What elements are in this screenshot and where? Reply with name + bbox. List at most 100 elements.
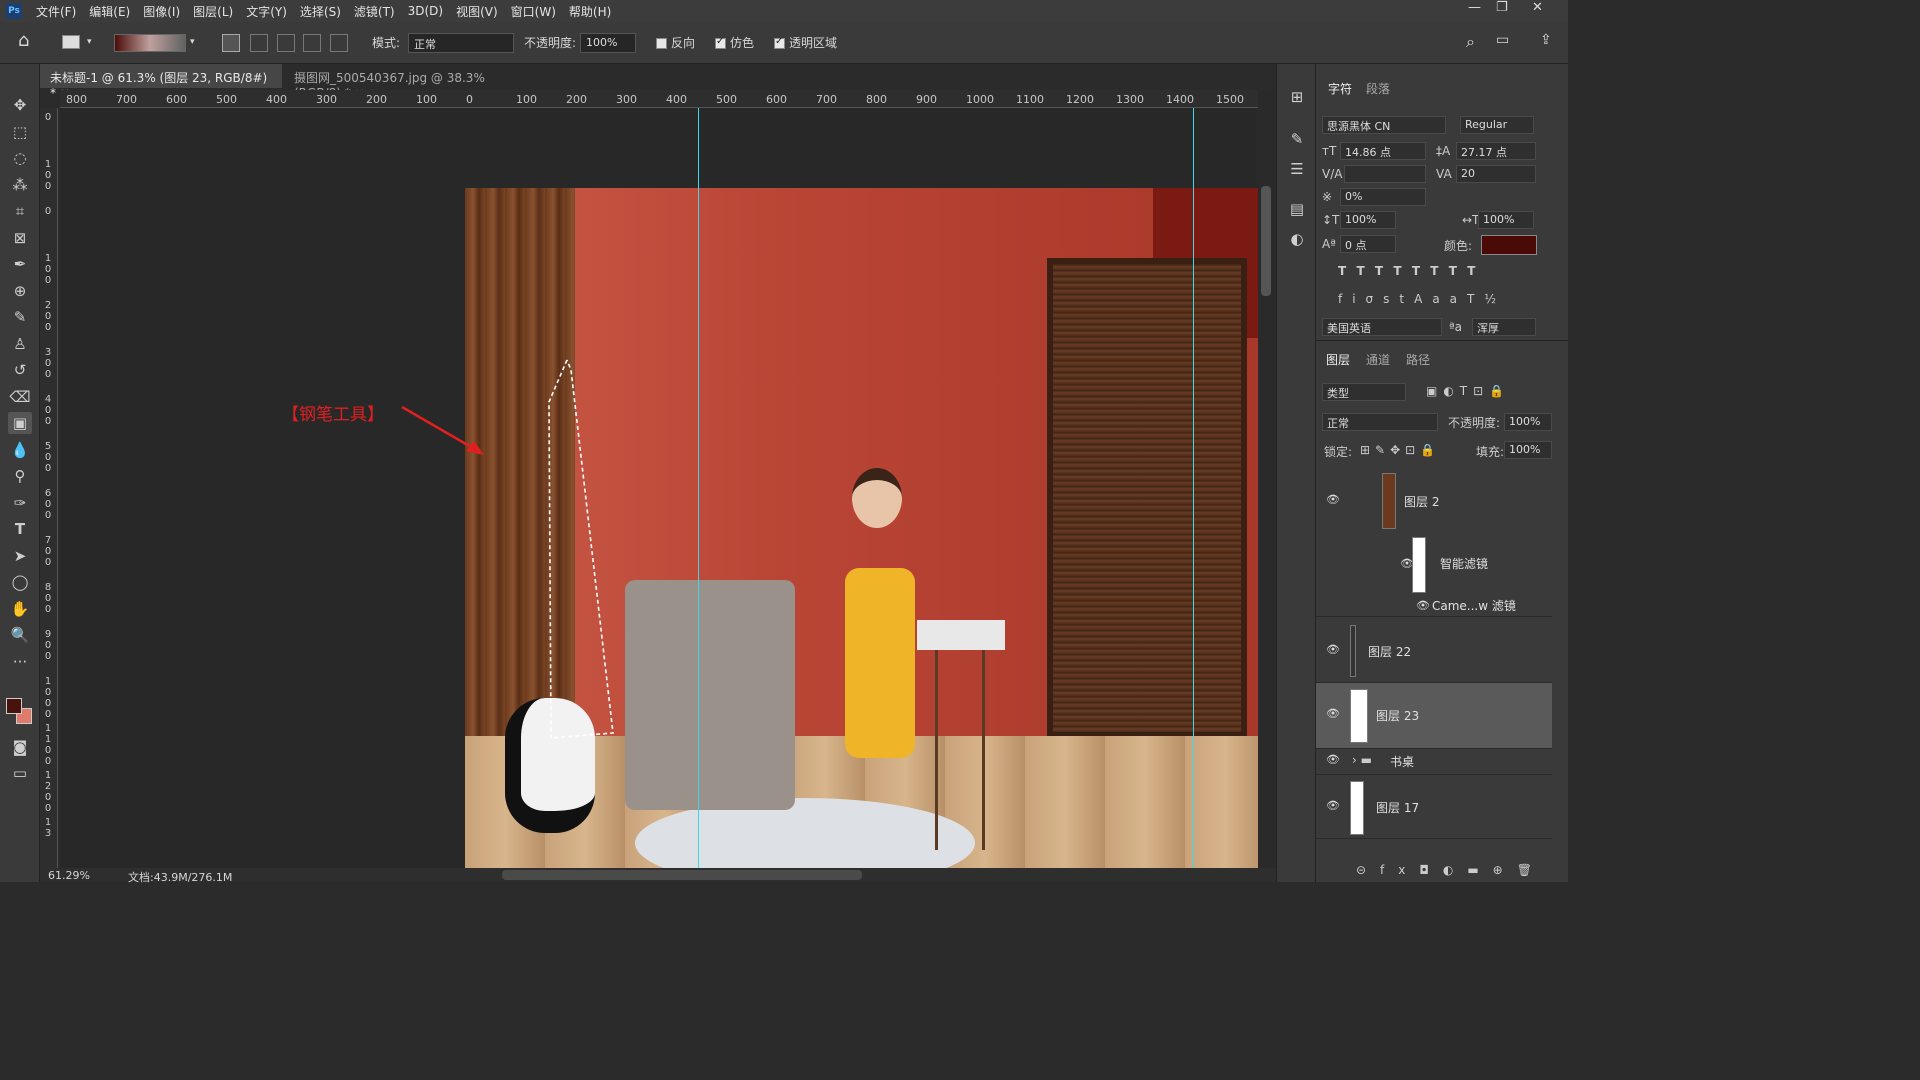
layer-group-row[interactable]: 👁 › ▬ 书桌 xyxy=(1316,749,1552,775)
visibility-eye-icon[interactable]: 👁 xyxy=(1326,799,1342,815)
pen-tool-icon[interactable]: ✑ xyxy=(8,492,32,514)
text-style-buttons[interactable]: TTTTTTTT xyxy=(1338,264,1485,278)
eyedropper-icon[interactable]: ✒ xyxy=(8,253,32,275)
visibility-eye-icon[interactable]: 👁 xyxy=(1326,643,1342,659)
menu-3d[interactable]: 3D(D) xyxy=(408,4,443,18)
adjustments-icon[interactable]: ☰ xyxy=(1285,158,1309,180)
menu-file[interactable]: 文件(F) xyxy=(36,3,76,20)
zoom-tool-icon[interactable]: 🔍 xyxy=(8,624,32,646)
history-brush-icon[interactable]: ↺ xyxy=(8,359,32,381)
menu-window[interactable]: 窗口(W) xyxy=(511,3,556,20)
more-tools-icon[interactable]: ··· xyxy=(8,651,32,673)
tracking-input[interactable]: 20 xyxy=(1456,165,1536,183)
horizontal-scale-input[interactable]: 100% xyxy=(1478,211,1534,229)
visibility-eye-icon[interactable]: 👁 xyxy=(1416,599,1432,615)
filter-icons[interactable]: ▣◐T⊡🔒 xyxy=(1426,384,1510,398)
language-select[interactable]: 美国英语 xyxy=(1322,318,1442,336)
folder-icon[interactable]: › ▬ xyxy=(1352,753,1372,767)
tab-untitled[interactable]: 未标题-1 @ 61.3% (图层 23, RGB/8#) * × xyxy=(40,64,282,100)
layer-row-selected[interactable]: 👁 图层 23 xyxy=(1316,683,1552,749)
font-size-input[interactable]: 14.86 点 xyxy=(1340,142,1426,160)
home-icon[interactable]: ⌂ xyxy=(18,30,29,51)
horizontal-scrollbar[interactable] xyxy=(502,870,862,880)
move-tool-icon[interactable]: ✥ xyxy=(8,94,32,116)
vertical-scale-input[interactable]: 100% xyxy=(1340,211,1396,229)
hand-tool-icon[interactable]: ✋ xyxy=(8,598,32,620)
kerning-input[interactable] xyxy=(1344,165,1426,183)
visibility-eye-icon[interactable]: 👁 xyxy=(1326,493,1342,509)
layer-filter-select[interactable]: 类型 xyxy=(1322,383,1406,401)
blend-mode-select[interactable]: 正常 xyxy=(1322,413,1438,431)
doc-size[interactable]: 文档:43.9M/276.1M xyxy=(128,869,232,885)
menu-image[interactable]: 图像(I) xyxy=(143,3,180,20)
dodge-tool-icon[interactable]: ⚲ xyxy=(8,465,32,487)
gradient-tool-icon[interactable]: ▣ xyxy=(8,412,32,434)
layer-row[interactable]: 👁 图层 2 👁 智能滤镜 👁 Came...w 滤镜 xyxy=(1316,467,1552,617)
layer-opacity-input[interactable]: 100% xyxy=(1504,413,1552,431)
canvas-scrollbar[interactable] xyxy=(1258,90,1276,868)
menu-type[interactable]: 文字(Y) xyxy=(246,3,287,20)
menu-layer[interactable]: 图层(L) xyxy=(193,3,233,20)
shape-tool-icon[interactable]: ◯ xyxy=(8,571,32,593)
visibility-eye-icon[interactable]: 👁 xyxy=(1326,707,1342,723)
brush-settings-icon[interactable]: ✎ xyxy=(1285,128,1309,150)
foreground-color-swatch[interactable] xyxy=(6,698,22,714)
search-icon[interactable]: ⌕ xyxy=(1466,32,1475,52)
layer-row[interactable]: 👁 图层 17 xyxy=(1316,775,1552,839)
transparency-checkbox[interactable]: 透明区域 xyxy=(774,34,837,51)
minimize-icon[interactable]: — xyxy=(1468,0,1481,15)
stamp-tool-icon[interactable]: ♙ xyxy=(8,333,32,355)
magic-wand-icon[interactable]: ⁂ xyxy=(8,174,32,196)
tab-layers[interactable]: 图层 xyxy=(1326,351,1350,368)
properties-icon[interactable]: ◐ xyxy=(1285,228,1309,250)
zoom-level[interactable]: 61.29% xyxy=(48,869,90,882)
gradient-picker[interactable] xyxy=(114,34,186,52)
menu-filter[interactable]: 滤镜(T) xyxy=(354,3,395,20)
brush-tool-icon[interactable]: ✎ xyxy=(8,306,32,328)
screen-mode-icon[interactable]: ▭ xyxy=(8,762,32,784)
eraser-tool-icon[interactable]: ⌫ xyxy=(8,386,32,408)
baseline-shift-input[interactable]: 0 点 xyxy=(1340,235,1396,253)
menu-edit[interactable]: 编辑(E) xyxy=(89,3,130,20)
tool-preset-icon[interactable] xyxy=(62,35,80,49)
canvas-area[interactable]: 【钢笔工具】 xyxy=(60,108,1258,868)
tab-channels[interactable]: 通道 xyxy=(1366,351,1390,368)
font-family-select[interactable]: 思源黑体 CN xyxy=(1322,116,1446,134)
menu-help[interactable]: 帮助(H) xyxy=(569,3,611,20)
text-color-swatch[interactable] xyxy=(1481,235,1537,255)
scrollbar-thumb[interactable] xyxy=(1261,186,1271,296)
layer-row[interactable]: 👁 图层 22 xyxy=(1316,619,1552,683)
chevron-down-icon[interactable]: ▾ xyxy=(87,37,92,47)
proportional-spacing-input[interactable]: 0% xyxy=(1340,188,1426,206)
lasso-tool-icon[interactable]: ◌ xyxy=(8,147,32,169)
dither-checkbox[interactable]: 仿色 xyxy=(715,34,754,51)
restore-icon[interactable]: ❐ xyxy=(1496,0,1508,15)
reflected-gradient-icon[interactable] xyxy=(303,34,321,52)
share-icon[interactable]: ⇪ xyxy=(1540,32,1552,48)
tab-character[interactable]: 字符 xyxy=(1328,80,1352,97)
visibility-eye-icon[interactable]: 👁 xyxy=(1326,753,1342,769)
reverse-checkbox[interactable]: 反向 xyxy=(656,34,695,51)
font-style-select[interactable]: Regular xyxy=(1460,116,1534,134)
tab-photo[interactable]: 摄图网_500540367.jpg @ 38.3%(RGB/8) * × xyxy=(284,64,534,100)
mode-select[interactable]: 正常 xyxy=(408,33,514,53)
anti-alias-select[interactable]: 浑厚 xyxy=(1472,318,1536,336)
marquee-tool-icon[interactable]: ⬚ xyxy=(8,121,32,143)
opacity-input[interactable]: 100% xyxy=(580,33,636,53)
path-selection-icon[interactable]: ➤ xyxy=(8,545,32,567)
blur-tool-icon[interactable]: 💧 xyxy=(8,439,32,461)
crop-tool-icon[interactable]: ⌗ xyxy=(8,200,32,222)
tab-paths[interactable]: 路径 xyxy=(1406,351,1430,368)
workspace-icon[interactable]: ▭ xyxy=(1496,32,1509,48)
frame-tool-icon[interactable]: ⊠ xyxy=(8,227,32,249)
layer-actions-icons[interactable]: ⊝fx◘◐▬⊕🗑 xyxy=(1356,863,1546,877)
diamond-gradient-icon[interactable] xyxy=(330,34,348,52)
radial-gradient-icon[interactable] xyxy=(250,34,268,52)
menu-select[interactable]: 选择(S) xyxy=(300,3,341,20)
healing-brush-icon[interactable]: ⊕ xyxy=(8,280,32,302)
opentype-buttons[interactable]: fiσstAaaT½ xyxy=(1338,292,1506,306)
libraries-icon[interactable]: ▤ xyxy=(1285,198,1309,220)
history-panel-icon[interactable]: ⊞ xyxy=(1285,86,1309,108)
layer-fill-input[interactable]: 100% xyxy=(1504,441,1552,459)
type-tool-icon[interactable]: T xyxy=(8,518,32,540)
